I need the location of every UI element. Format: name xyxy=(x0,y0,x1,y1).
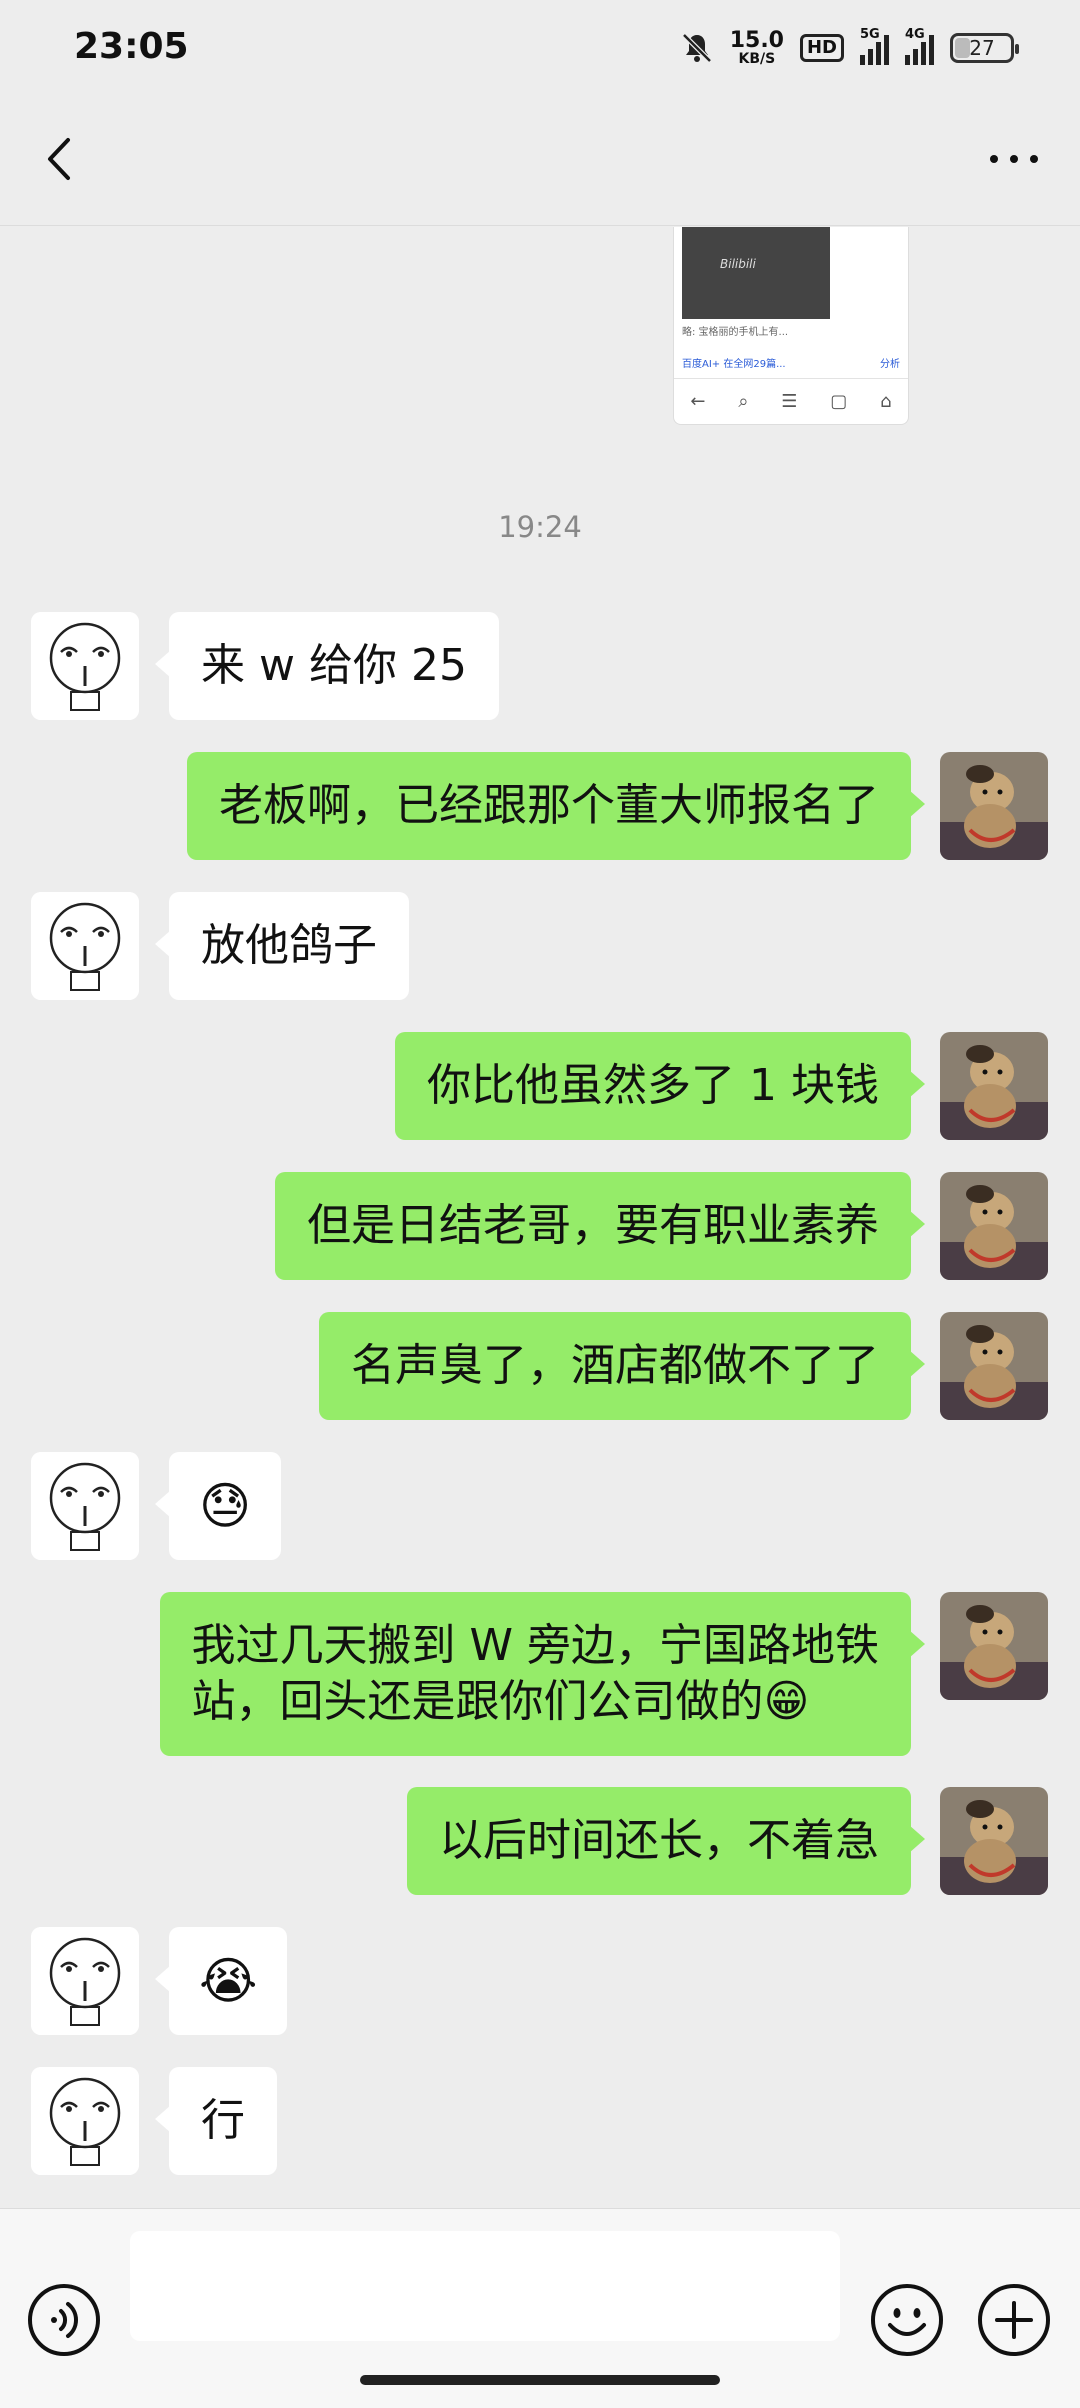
sent-bubble[interactable]: 名声臭了，酒店都做不了了 xyxy=(319,1312,925,1420)
avatar-contact[interactable] xyxy=(31,1452,139,1560)
received-emoji-bubble[interactable]: 😓 xyxy=(154,1452,282,1560)
ai-row: 百度AI+ 在全网29篇... 分析 xyxy=(682,359,900,370)
home-indicator[interactable] xyxy=(360,2375,720,2385)
sent-bubble[interactable]: 老板啊，已经跟那个董大师报名了 xyxy=(187,752,925,860)
received-bubble[interactable]: 行 xyxy=(155,2067,277,2175)
sent-bubble[interactable]: 以后时间还长，不着急 xyxy=(407,1787,925,1895)
status-icons: 15.0 KB/S HD 5G 4G 27 xyxy=(680,24,1019,72)
emoji-icon[interactable] xyxy=(870,2283,944,2357)
video-thumbnail: Bilibili xyxy=(682,227,830,319)
avatar-contact[interactable] xyxy=(31,612,139,720)
ellipsis-icon[interactable] xyxy=(984,134,1044,184)
avatar-self[interactable] xyxy=(940,1592,1048,1700)
received-bubble[interactable]: 放他鸽子 xyxy=(155,892,409,1000)
signal-4g-icon: 4G xyxy=(905,27,934,65)
avatar-self[interactable] xyxy=(940,1032,1048,1140)
avatar-self[interactable] xyxy=(940,1312,1048,1420)
browser-nav-row: ← ⌕ ☰ ▢ ⌂ xyxy=(674,378,908,424)
avatar-self[interactable] xyxy=(940,1172,1048,1280)
avatar-contact[interactable] xyxy=(31,1927,139,2035)
avatar-contact[interactable] xyxy=(31,892,139,1000)
mute-bell-icon xyxy=(681,33,712,63)
message-timestamp: 19:24 xyxy=(498,510,582,544)
voice-icon[interactable] xyxy=(27,2283,101,2357)
sent-bubble[interactable]: 你比他虽然多了 1 块钱 xyxy=(395,1032,925,1140)
chat-messages[interactable]: Bilibili 略: 宝格丽的手机上有... 百度AI+ 在全网29篇... … xyxy=(0,227,1080,2207)
plus-icon[interactable] xyxy=(977,2283,1051,2357)
status-time: 23:05 xyxy=(74,26,189,67)
chevron-left-icon[interactable] xyxy=(36,134,86,184)
chat-header xyxy=(0,96,1080,226)
hd-badge: HD xyxy=(799,34,844,62)
avatar-self[interactable] xyxy=(940,752,1048,860)
sent-bubble[interactable]: 我过几天搬到 W 旁边，宁国路地铁 站，回头还是跟你们公司做的😁 xyxy=(159,1592,926,1756)
message-input[interactable] xyxy=(130,2231,840,2341)
received-emoji-bubble[interactable]: 😭 xyxy=(154,1927,288,2035)
received-bubble[interactable]: 来 w 给你 25 xyxy=(155,612,499,720)
shared-screenshot-image[interactable]: Bilibili 略: 宝格丽的手机上有... 百度AI+ 在全网29篇... … xyxy=(673,227,909,425)
image-caption: 略: 宝格丽的手机上有... xyxy=(682,327,789,338)
network-speed: 15.0 KB/S xyxy=(729,28,784,67)
battery-icon: 27 xyxy=(950,33,1019,63)
sent-bubble[interactable]: 但是日结老哥，要有职业素养 xyxy=(275,1172,925,1280)
avatar-self[interactable] xyxy=(940,1787,1048,1895)
avatar-contact[interactable] xyxy=(31,2067,139,2175)
signal-5g-icon: 5G xyxy=(860,27,889,65)
status-bar: 23:05 15.0 KB/S HD 5G 4G 27 xyxy=(0,0,1080,96)
